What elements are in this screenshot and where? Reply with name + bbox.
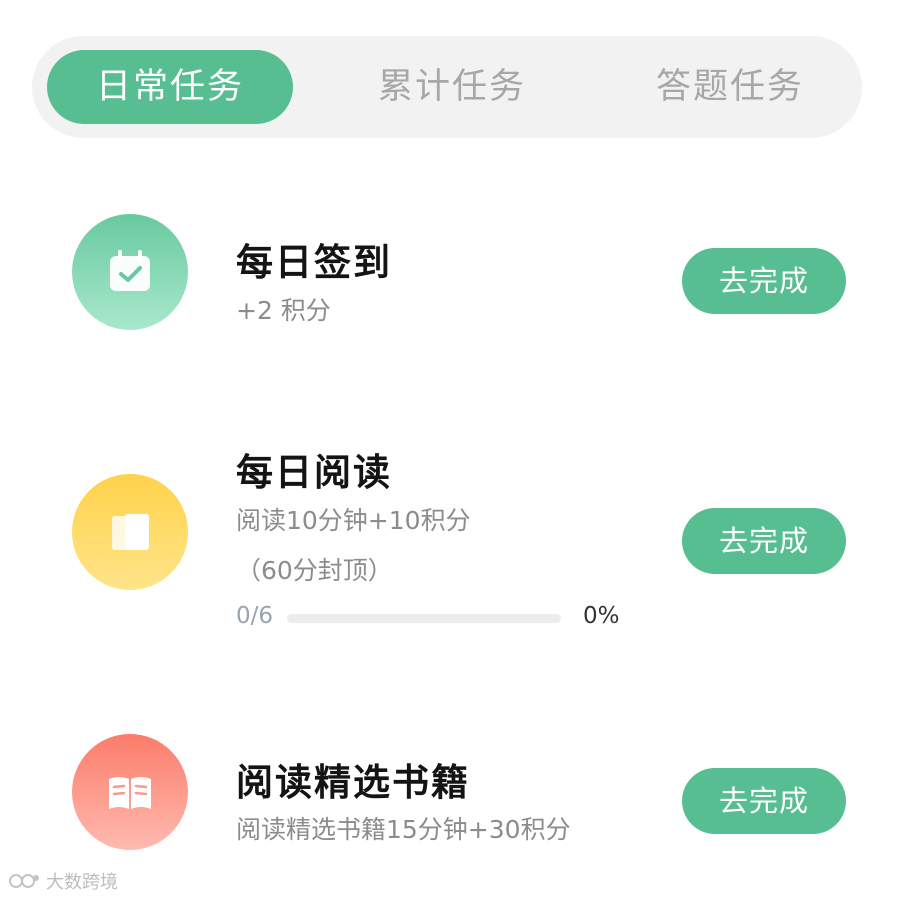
task-reward-cap: （60分封顶） [236, 556, 393, 585]
progress-percent: 0% [583, 603, 620, 629]
task-center-page: 日常任务 累计任务 答题任务 每日签到 +2 积分 去完成 每日阅读 阅读10分… [0, 0, 900, 899]
book-icon [72, 474, 188, 590]
progress-bar [287, 614, 561, 623]
task-tabs: 日常任务 累计任务 答题任务 [32, 36, 862, 138]
task-reward: +2 积分 [236, 296, 331, 325]
watermark-logo-icon [9, 874, 39, 888]
task-title: 每日阅读 [236, 451, 392, 494]
tab-daily-tasks[interactable]: 日常任务 [47, 50, 293, 124]
go-complete-button[interactable]: 去完成 [682, 768, 846, 834]
tab-cumulative-tasks[interactable]: 累计任务 [352, 50, 552, 124]
task-title: 阅读精选书籍 [236, 761, 470, 804]
open-book-icon [72, 734, 188, 850]
tab-quiz-tasks[interactable]: 答题任务 [630, 50, 830, 124]
task-reward: 阅读精选书籍15分钟+30积分 [236, 815, 571, 844]
progress-count: 0/6 [236, 603, 274, 629]
task-reward: 阅读10分钟+10积分 [236, 506, 471, 535]
go-complete-button[interactable]: 去完成 [682, 508, 846, 574]
watermark-text: 大数跨境 [46, 872, 118, 893]
go-complete-button[interactable]: 去完成 [682, 248, 846, 314]
task-title: 每日签到 [236, 241, 392, 284]
watermark: 大数跨境 [8, 868, 118, 894]
calendar-check-icon [72, 214, 188, 330]
